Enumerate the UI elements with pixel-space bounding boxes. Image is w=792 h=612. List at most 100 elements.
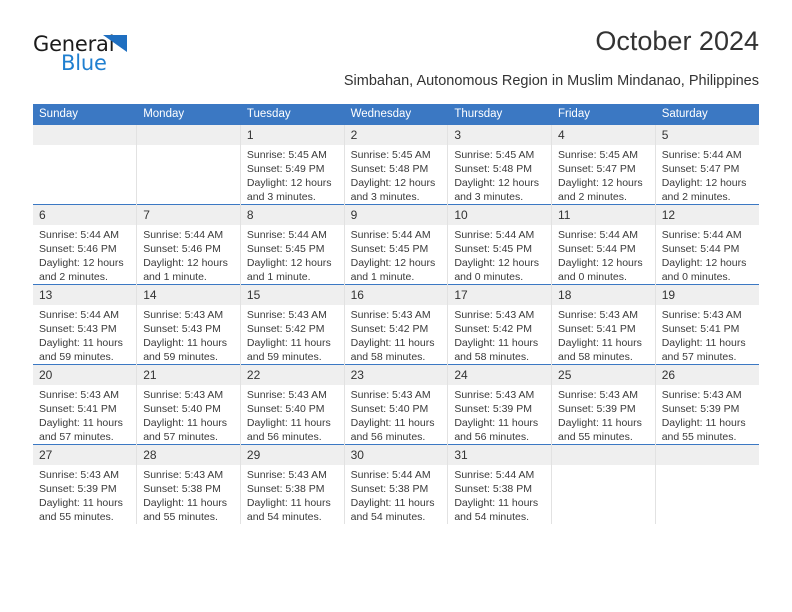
day-detail-line: Daylight: 11 hours <box>454 337 539 349</box>
day-detail-line: Daylight: 12 hours <box>454 257 539 269</box>
calendar-day-cell[interactable]: 20 Sunrise: 5:43 AM Sunset: 5:41 PM Dayligh… <box>33 364 138 445</box>
weekday-header-tuesday: Tuesday <box>240 104 345 125</box>
day-detail-line: Sunrise: 5:45 AM <box>246 149 327 161</box>
day-details: Sunrise: 5:44 AM Sunset: 5:46 PM Daylight:… <box>33 225 136 284</box>
day-details: Sunrise: 5:44 AM Sunset: 5:45 PM Daylight:… <box>241 225 344 284</box>
calendar-day-cell[interactable]: 18 Sunrise: 5:43 AM Sunset: 5:41 PM Dayligh… <box>551 284 656 365</box>
day-detail-line: Daylight: 11 hours <box>350 497 435 509</box>
calendar-day-cell[interactable]: 27 Sunrise: 5:43 AM Sunset: 5:39 PM Dayligh… <box>33 444 138 524</box>
calendar-day-cell[interactable]: 22 Sunrise: 5:43 AM Sunset: 5:40 PM Dayligh… <box>240 364 345 445</box>
day-details: Sunrise: 5:44 AM Sunset: 5:43 PM Daylight:… <box>33 305 136 364</box>
calendar-day-cell[interactable]: 1 Sunrise: 5:45 AM Sunset: 5:49 PM Daylight… <box>240 125 345 205</box>
day-detail-line: Sunset: 5:45 PM <box>350 243 429 255</box>
day-detail-line: Sunset: 5:46 PM <box>39 243 117 255</box>
calendar-day-cell[interactable]: 9 Sunrise: 5:44 AM Sunset: 5:45 PM Daylight… <box>344 204 449 285</box>
day-detail-line: Sunset: 5:49 PM <box>246 163 325 175</box>
day-detail-line: and 3 minutes. <box>454 191 524 203</box>
calendar-day-cell[interactable]: 28 Sunrise: 5:43 AM Sunset: 5:38 PM Dayligh… <box>136 444 241 524</box>
calendar-day-cell[interactable]: 3 Sunrise: 5:45 AM Sunset: 5:48 PM Daylight… <box>447 125 553 205</box>
day-detail-line: and 54 minutes. <box>454 511 530 523</box>
calendar-day-cell[interactable]: 24 Sunrise: 5:43 AM Sunset: 5:39 PM Dayligh… <box>447 364 553 445</box>
day-number: 14 <box>137 285 240 305</box>
day-details: Sunrise: 5:43 AM Sunset: 5:42 PM Daylight:… <box>241 305 344 364</box>
general-blue-logo[interactable]: General Blue <box>33 32 153 78</box>
day-number: 3 <box>448 125 552 145</box>
day-detail-line: Sunrise: 5:44 AM <box>143 229 224 241</box>
day-detail-line: and 56 minutes. <box>454 431 530 443</box>
day-detail-line: Sunset: 5:40 PM <box>246 403 325 415</box>
day-detail-line: and 55 minutes. <box>558 431 633 443</box>
day-number: 8 <box>240 205 344 225</box>
calendar-day-cell[interactable]: 21 Sunrise: 5:43 AM Sunset: 5:40 PM Dayligh… <box>136 364 241 445</box>
calendar-day-cell[interactable]: 11 Sunrise: 5:44 AM Sunset: 5:44 PM Dayligh… <box>551 204 656 285</box>
day-detail-line: Sunset: 5:39 PM <box>454 403 532 415</box>
calendar-body: 1 Sunrise: 5:45 AM Sunset: 5:49 PM Daylight… <box>33 125 759 524</box>
day-details: Sunrise: 5:44 AM Sunset: 5:45 PM Daylight:… <box>448 225 551 284</box>
day-number: 19 <box>655 285 759 305</box>
day-detail-line: Sunset: 5:44 PM <box>661 243 740 255</box>
calendar-day-cell[interactable]: 30 Sunrise: 5:44 AM Sunset: 5:38 PM Dayligh… <box>344 444 449 524</box>
day-detail-line: and 2 minutes. <box>558 191 627 203</box>
calendar-day-cell[interactable]: 8 Sunrise: 5:44 AM Sunset: 5:45 PM Daylight… <box>240 204 345 285</box>
day-details <box>552 465 655 468</box>
day-detail-line: and 2 minutes. <box>661 191 731 203</box>
calendar-week-row: 27 Sunrise: 5:43 AM Sunset: 5:39 PM Dayligh… <box>33 444 759 524</box>
weekday-header-thursday: Thursday <box>447 104 553 125</box>
day-details: Sunrise: 5:43 AM Sunset: 5:43 PM Daylight:… <box>137 305 240 364</box>
day-detail-line: Sunrise: 5:43 AM <box>246 469 327 481</box>
day-detail-line: and 55 minutes. <box>39 511 114 523</box>
day-details: Sunrise: 5:44 AM Sunset: 5:44 PM Daylight:… <box>656 225 759 284</box>
calendar-week-row: 6 Sunrise: 5:44 AM Sunset: 5:46 PM Daylight… <box>33 204 759 285</box>
day-detail-line: Sunrise: 5:43 AM <box>558 309 638 321</box>
day-detail-line: Sunrise: 5:43 AM <box>246 389 327 401</box>
day-detail-line: Sunrise: 5:44 AM <box>246 229 327 241</box>
calendar-day-cell[interactable]: 13 Sunrise: 5:44 AM Sunset: 5:43 PM Dayligh… <box>33 284 138 365</box>
weekday-header-friday: Friday <box>551 104 656 125</box>
day-number: 15 <box>240 285 344 305</box>
day-detail-line: and 3 minutes. <box>350 191 420 203</box>
day-detail-line: Sunset: 5:38 PM <box>143 483 221 495</box>
calendar-day-cell[interactable]: 29 Sunrise: 5:43 AM Sunset: 5:38 PM Dayligh… <box>240 444 345 524</box>
calendar-day-cell[interactable]: 23 Sunrise: 5:43 AM Sunset: 5:40 PM Dayligh… <box>344 364 449 445</box>
calendar-day-cell[interactable]: 26 Sunrise: 5:43 AM Sunset: 5:39 PM Dayligh… <box>655 364 759 445</box>
day-detail-line: Daylight: 11 hours <box>39 417 123 429</box>
day-detail-line: and 0 minutes. <box>454 271 524 283</box>
calendar-day-cell[interactable]: 5 Sunrise: 5:44 AM Sunset: 5:47 PM Daylight… <box>655 125 759 205</box>
calendar-day-cell[interactable]: 6 Sunrise: 5:44 AM Sunset: 5:46 PM Daylight… <box>33 204 138 285</box>
day-detail-line: and 56 minutes. <box>350 431 426 443</box>
day-detail-line: Daylight: 11 hours <box>661 337 746 349</box>
day-detail-line: Daylight: 11 hours <box>143 417 228 429</box>
calendar-day-cell[interactable]: 19 Sunrise: 5:43 AM Sunset: 5:41 PM Dayligh… <box>655 284 759 365</box>
calendar-page: General Blue October 2024 Simbahan, Auto… <box>0 0 792 612</box>
calendar-day-cell[interactable]: 4 Sunrise: 5:45 AM Sunset: 5:47 PM Daylight… <box>551 125 656 205</box>
calendar-day-cell-empty <box>655 444 759 524</box>
day-detail-line: and 58 minutes. <box>558 351 633 363</box>
calendar-day-cell[interactable]: 25 Sunrise: 5:43 AM Sunset: 5:39 PM Dayligh… <box>551 364 656 445</box>
day-details: Sunrise: 5:45 AM Sunset: 5:48 PM Daylight:… <box>345 145 448 204</box>
calendar-day-cell[interactable]: 16 Sunrise: 5:43 AM Sunset: 5:42 PM Dayligh… <box>344 284 449 365</box>
day-detail-line: Sunrise: 5:43 AM <box>143 389 224 401</box>
day-details: Sunrise: 5:45 AM Sunset: 5:47 PM Daylight:… <box>552 145 655 204</box>
calendar-day-cell[interactable]: 7 Sunrise: 5:44 AM Sunset: 5:46 PM Daylight… <box>136 204 241 285</box>
day-detail-line: Sunrise: 5:44 AM <box>39 309 119 321</box>
weekday-header-wednesday: Wednesday <box>344 104 449 125</box>
day-detail-line: and 57 minutes. <box>39 431 114 443</box>
day-number <box>137 125 240 145</box>
day-detail-line: and 59 minutes. <box>39 351 114 363</box>
calendar-day-cell[interactable]: 31 Sunrise: 5:44 AM Sunset: 5:38 PM Dayligh… <box>447 444 553 524</box>
day-details <box>137 145 240 148</box>
day-detail-line: Sunrise: 5:43 AM <box>143 309 224 321</box>
calendar-day-cell[interactable]: 10 Sunrise: 5:44 AM Sunset: 5:45 PM Dayligh… <box>447 204 553 285</box>
day-number: 7 <box>137 205 240 225</box>
day-detail-line: and 59 minutes. <box>246 351 322 363</box>
day-number: 2 <box>344 125 448 145</box>
day-detail-line: Daylight: 11 hours <box>558 417 642 429</box>
day-detail-line: Daylight: 11 hours <box>39 337 123 349</box>
calendar-day-cell[interactable]: 14 Sunrise: 5:43 AM Sunset: 5:43 PM Dayligh… <box>136 284 241 365</box>
calendar-day-cell[interactable]: 15 Sunrise: 5:43 AM Sunset: 5:42 PM Dayligh… <box>240 284 345 365</box>
day-details: Sunrise: 5:45 AM Sunset: 5:49 PM Daylight:… <box>241 145 344 204</box>
calendar-day-cell[interactable]: 2 Sunrise: 5:45 AM Sunset: 5:48 PM Daylight… <box>344 125 449 205</box>
calendar-day-cell[interactable]: 12 Sunrise: 5:44 AM Sunset: 5:44 PM Dayligh… <box>655 204 759 285</box>
calendar-day-cell[interactable]: 17 Sunrise: 5:43 AM Sunset: 5:42 PM Dayligh… <box>447 284 553 365</box>
day-number: 12 <box>655 205 759 225</box>
